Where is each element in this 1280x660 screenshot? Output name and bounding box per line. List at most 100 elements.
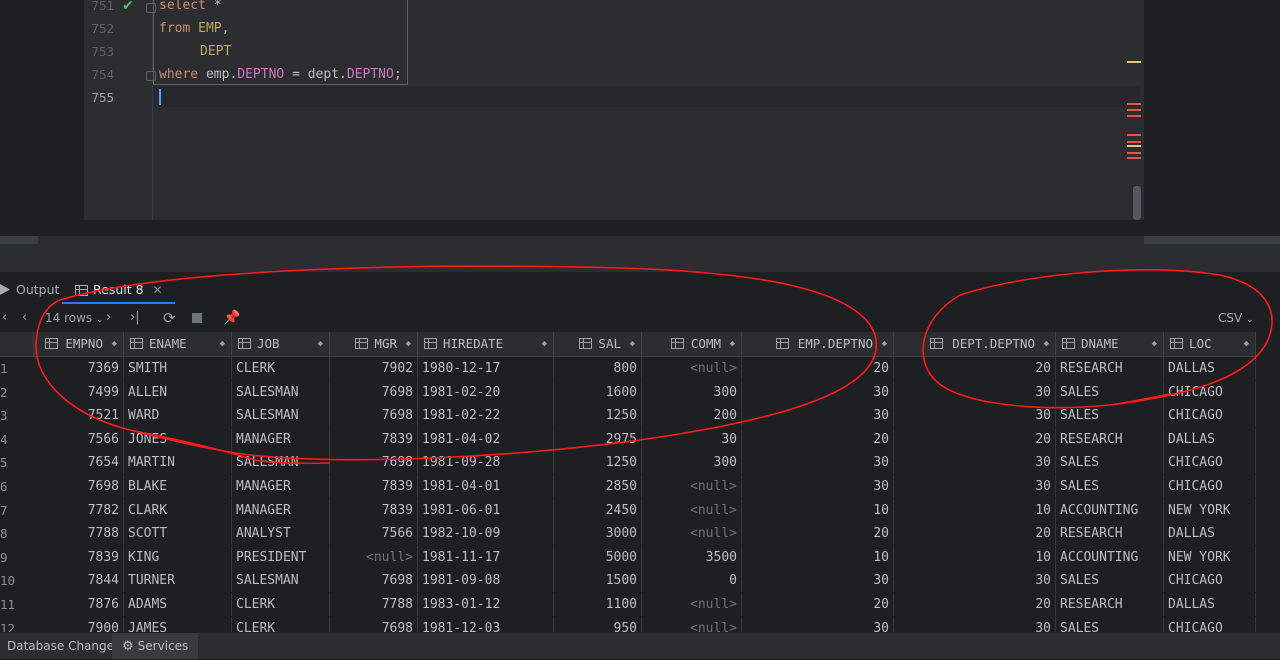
- table-cell[interactable]: 30: [742, 475, 894, 498]
- table-cell[interactable]: <null>: [642, 475, 742, 498]
- warning-marker[interactable]: [1127, 61, 1141, 63]
- sort-icon[interactable]: ◆: [1044, 332, 1049, 356]
- column-header-hiredate[interactable]: HIREDATE ◆: [418, 332, 554, 356]
- sort-icon[interactable]: ◆: [1152, 332, 1157, 356]
- table-cell[interactable]: 7788: [330, 593, 418, 616]
- table-cell[interactable]: DALLAS: [1164, 357, 1256, 380]
- table-cell[interactable]: 7698: [330, 451, 418, 475]
- column-header-emp-deptno[interactable]: EMP.DEPTNO ◆: [742, 332, 894, 356]
- horizontal-scrollbar-thumb[interactable]: [1144, 236, 1280, 244]
- table-cell[interactable]: NEW YORK: [1164, 498, 1256, 522]
- table-cell[interactable]: 7839: [330, 427, 418, 451]
- table-cell[interactable]: 300: [642, 380, 742, 404]
- table-cell[interactable]: 20: [894, 357, 1056, 380]
- table-cell[interactable]: CLERK: [232, 593, 330, 616]
- table-cell[interactable]: ANALYST: [232, 522, 330, 546]
- table-cell[interactable]: MANAGER: [232, 498, 330, 522]
- table-cell[interactable]: MANAGER: [232, 427, 330, 451]
- table-cell[interactable]: JAMES: [124, 616, 232, 632]
- table-cell[interactable]: 7839: [330, 475, 418, 498]
- table-cell[interactable]: 7566: [34, 427, 124, 451]
- error-marker[interactable]: [1127, 134, 1141, 136]
- column-header-loc[interactable]: LOC ◆: [1164, 332, 1256, 356]
- table-cell[interactable]: SALES: [1056, 451, 1164, 475]
- table-cell[interactable]: 7566: [330, 522, 418, 546]
- table-cell[interactable]: 7698: [34, 475, 124, 498]
- horizontal-scrollbar-track[interactable]: [0, 236, 1280, 244]
- close-icon[interactable]: ✕: [153, 283, 163, 297]
- table-cell[interactable]: 30: [894, 616, 1056, 632]
- table-cell[interactable]: <null>: [642, 593, 742, 616]
- database-changes-tab[interactable]: Database Changes: [0, 633, 120, 659]
- table-cell[interactable]: 10: [742, 498, 894, 522]
- table-cell[interactable]: 1982-10-09: [418, 522, 554, 546]
- table-row[interactable]: 11 7876 ADAMS CLERK 7788 1983-01-12 1100 <null>…: [0, 593, 1256, 618]
- table-cell[interactable]: 7839: [330, 498, 418, 522]
- table-cell[interactable]: RESEARCH: [1056, 593, 1164, 616]
- table-cell[interactable]: CHICAGO: [1164, 475, 1256, 498]
- table-cell[interactable]: 10: [742, 545, 894, 569]
- table-cell[interactable]: SALESMAN: [232, 451, 330, 475]
- horizontal-scrollbar-thumb[interactable]: [0, 236, 38, 244]
- table-cell[interactable]: 7499: [34, 380, 124, 404]
- table-cell[interactable]: 30: [742, 451, 894, 475]
- table-row[interactable]: 8 7788 SCOTT ANALYST 7566 1982-10-09 3000 <null…: [0, 522, 1256, 547]
- column-header-job[interactable]: JOB ◆: [232, 332, 330, 356]
- first-page-icon[interactable]: ‹: [2, 308, 7, 328]
- result-grid[interactable]: EMPNO ◆ ENAME ◆ JOB ◆ MGR ◆ HIREDATE ◆ SAL ◆ COMM ◆ EM…: [0, 332, 1256, 632]
- table-cell[interactable]: 20: [742, 522, 894, 546]
- table-cell[interactable]: SALES: [1056, 404, 1164, 428]
- sort-icon[interactable]: ◆: [318, 332, 323, 356]
- column-header-mgr[interactable]: MGR ◆: [330, 332, 418, 356]
- table-cell[interactable]: <null>: [330, 545, 418, 569]
- column-header-comm[interactable]: COMM ◆: [642, 332, 742, 356]
- table-cell[interactable]: 7698: [330, 404, 418, 428]
- table-cell[interactable]: KING: [124, 545, 232, 569]
- sort-icon[interactable]: ◆: [542, 332, 547, 356]
- table-cell[interactable]: 1980-12-17: [418, 357, 554, 380]
- table-cell[interactable]: 1981-06-01: [418, 498, 554, 522]
- table-cell[interactable]: WARD: [124, 404, 232, 428]
- table-cell[interactable]: SALESMAN: [232, 380, 330, 404]
- table-cell[interactable]: 5000: [554, 545, 642, 569]
- table-cell[interactable]: BLAKE: [124, 475, 232, 498]
- table-cell[interactable]: 7876: [34, 593, 124, 616]
- table-cell[interactable]: CHICAGO: [1164, 569, 1256, 593]
- code-line-2[interactable]: from EMP,: [159, 21, 229, 36]
- column-header-sal[interactable]: SAL ◆: [554, 332, 642, 356]
- next-page-icon[interactable]: ›: [106, 308, 111, 328]
- table-cell[interactable]: DALLAS: [1164, 593, 1256, 616]
- table-cell[interactable]: 7521: [34, 404, 124, 428]
- prev-page-icon[interactable]: ‹: [22, 308, 27, 328]
- table-cell[interactable]: 1981-11-17: [418, 545, 554, 569]
- table-cell[interactable]: 7902: [330, 357, 418, 380]
- sort-icon[interactable]: ◆: [730, 332, 735, 356]
- sort-icon[interactable]: ◆: [630, 332, 635, 356]
- table-cell[interactable]: ADAMS: [124, 593, 232, 616]
- table-cell[interactable]: 30: [742, 380, 894, 404]
- table-cell[interactable]: 10: [894, 498, 1056, 522]
- table-cell[interactable]: JONES: [124, 427, 232, 451]
- table-cell[interactable]: 3500: [642, 545, 742, 569]
- table-cell[interactable]: CLERK: [232, 357, 330, 380]
- table-cell[interactable]: 1600: [554, 380, 642, 404]
- table-cell[interactable]: 20: [742, 593, 894, 616]
- table-cell[interactable]: SALES: [1056, 616, 1164, 632]
- table-cell[interactable]: <null>: [642, 616, 742, 632]
- table-cell[interactable]: 1500: [554, 569, 642, 593]
- table-cell[interactable]: 7839: [34, 545, 124, 569]
- table-cell[interactable]: 1100: [554, 593, 642, 616]
- table-cell[interactable]: 20: [894, 427, 1056, 451]
- sort-icon[interactable]: ◆: [112, 332, 117, 356]
- table-cell[interactable]: 20: [742, 427, 894, 451]
- code-line-3[interactable]: DEPT: [200, 44, 231, 59]
- table-cell[interactable]: 1983-01-12: [418, 593, 554, 616]
- table-cell[interactable]: 7900: [34, 616, 124, 632]
- table-cell[interactable]: CHICAGO: [1164, 451, 1256, 475]
- services-tab[interactable]: ⚙ Services: [112, 633, 199, 659]
- table-cell[interactable]: 7698: [330, 616, 418, 632]
- table-row[interactable]: 3 7521 WARD SALESMAN 7698 1981-02-22 1250 200 30…: [0, 404, 1256, 429]
- table-cell[interactable]: MARTIN: [124, 451, 232, 475]
- table-cell[interactable]: 20: [894, 522, 1056, 546]
- table-cell[interactable]: 30: [642, 427, 742, 451]
